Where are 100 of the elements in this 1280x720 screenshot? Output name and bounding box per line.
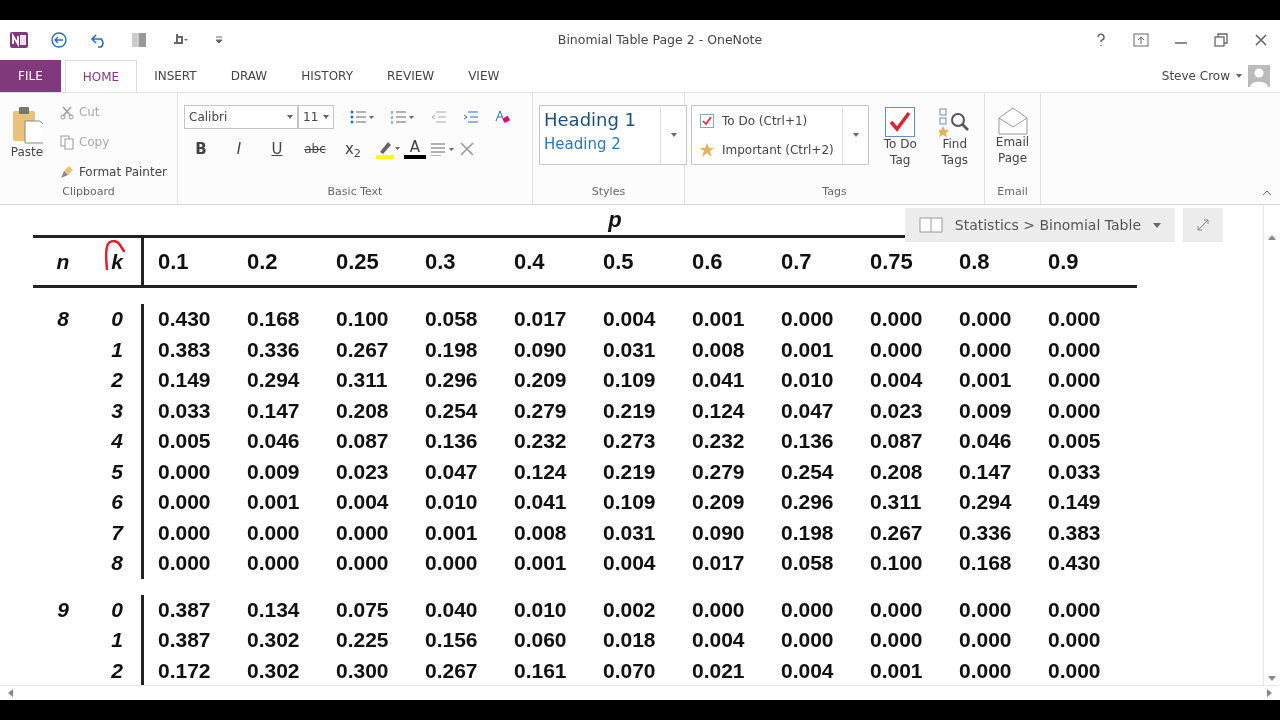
table-cell: 0.219: [603, 398, 656, 422]
table-cell: 0.147: [959, 459, 1012, 483]
find-tags-icon: [938, 107, 971, 137]
style-option[interactable]: Heading 1: [544, 106, 656, 133]
format-button[interactable]: abc: [298, 139, 332, 160]
ribbon-tab[interactable]: DRAW: [213, 60, 285, 92]
table-cell: 0.000: [158, 551, 211, 574]
table-cell: 0.046: [247, 429, 300, 452]
column-header: 0.9: [1048, 248, 1080, 276]
numbering-icon[interactable]: [390, 110, 414, 124]
font-size-field[interactable]: 11: [298, 105, 334, 129]
table-cell: 0.004: [692, 628, 745, 651]
table-cell: 0.000: [959, 658, 1012, 682]
table-cell: 0.000: [692, 597, 745, 621]
table-cell: 0.161: [514, 658, 567, 682]
tag-button[interactable]: To Do Tag: [877, 105, 924, 184]
format-button[interactable]: U: [260, 137, 294, 162]
caret-icon[interactable]: [1236, 74, 1242, 78]
caret-icon[interactable]: [852, 133, 859, 137]
table-cell: 0.168: [959, 551, 1012, 574]
table-cell: 0.001: [870, 658, 923, 682]
table-cell: 0.009: [247, 459, 300, 483]
align-icon[interactable]: [430, 142, 456, 157]
group-label: Basic Text: [326, 183, 384, 200]
tags-gallery[interactable]: To Do (Ctrl+1) Important (Ctrl+2): [691, 105, 869, 165]
table-cell: 0.000: [870, 597, 923, 621]
caret-icon[interactable]: [670, 133, 677, 137]
expand-icon: [1197, 219, 1209, 231]
font-color-button[interactable]: A: [404, 139, 426, 159]
table-cell: 0.021: [692, 658, 745, 682]
collapse-icon[interactable]: [1262, 190, 1272, 196]
tag-button[interactable]: Find Tags: [931, 105, 978, 184]
format-button[interactable]: x$_{2}$: [336, 137, 370, 162]
table-cell: 0.000: [870, 628, 923, 651]
table-cell: 0.009: [959, 398, 1012, 422]
table-cell: 0.087: [336, 429, 389, 452]
table-cell: 0.279: [692, 459, 745, 483]
table-cell: 0.000: [959, 307, 1012, 330]
table-cell: 0.018: [603, 628, 656, 651]
delete-icon[interactable]: [460, 142, 474, 157]
table-cell: 0.296: [781, 490, 834, 513]
table-cell: 0.149: [1048, 490, 1101, 513]
table-cell: 0.001: [425, 520, 478, 544]
table-cell: 0.109: [603, 490, 656, 513]
restore-icon[interactable]: [1212, 31, 1230, 49]
ribbon-tab[interactable]: FILE: [0, 60, 61, 92]
clipboard-button[interactable]: Format Painter: [55, 161, 171, 183]
table-cell: 0.008: [692, 337, 745, 361]
table-cell: 0.311: [336, 368, 388, 391]
fullscreen-icon[interactable]: [1132, 31, 1150, 49]
scroll-down-icon[interactable]: [1268, 676, 1276, 681]
format-button[interactable]: I: [222, 137, 256, 162]
ribbon-tab[interactable]: REVIEW: [370, 60, 452, 92]
ribbon-tab[interactable]: INSERT: [137, 60, 214, 92]
table-cell: 0.000: [158, 520, 211, 544]
format-button[interactable]: B: [184, 137, 218, 162]
column-header: 0.5: [603, 248, 635, 276]
scroll-right-icon[interactable]: [1267, 689, 1272, 697]
email-button[interactable]: Email Page: [991, 105, 1034, 184]
table-cell: 0.017: [514, 307, 567, 330]
table-cell: 0.023: [336, 459, 389, 483]
table-cell: 0.267: [870, 520, 923, 544]
ribbon-tab[interactable]: VIEW: [451, 60, 517, 92]
k-label: 5: [111, 459, 123, 483]
back-icon[interactable]: [50, 31, 68, 49]
table-cell: 0.000: [781, 628, 834, 651]
font-name-field[interactable]: Calibri: [184, 105, 298, 129]
table-cell: 0.004: [603, 307, 656, 330]
bullets-icon[interactable]: [350, 110, 374, 124]
table-cell: 0.001: [692, 307, 745, 330]
table-cell: 0.000: [959, 597, 1012, 621]
paste-button[interactable]: Paste: [6, 103, 48, 184]
table-cell: 0.047: [781, 398, 834, 422]
k-label: 0: [111, 597, 123, 621]
breadcrumb[interactable]: Statistics > Binomial Table: [904, 208, 1175, 242]
clear-format-icon[interactable]: [494, 109, 510, 125]
table-cell: 0.124: [514, 459, 567, 483]
table-cell: 0.000: [247, 551, 300, 574]
table-cell: 0.100: [870, 551, 923, 574]
table-cell: 0.000: [959, 337, 1012, 361]
avatar-icon: [1248, 65, 1270, 87]
table-cell: 0.060: [514, 628, 567, 651]
scroll-left-icon[interactable]: [8, 689, 13, 697]
ribbon-tab[interactable]: HOME: [64, 60, 138, 92]
style-option[interactable]: Heading 2: [544, 133, 656, 156]
table-cell: 0.041: [692, 368, 745, 391]
tag-option[interactable]: To Do (Ctrl+1): [722, 111, 808, 130]
dock-icon[interactable]: [130, 31, 148, 49]
ribbon-tab[interactable]: HISTORY: [284, 60, 370, 92]
table-cell: 0.017: [692, 551, 745, 574]
table-cell: 0.208: [870, 459, 923, 483]
table-cell: 0.100: [336, 307, 389, 330]
scroll-up-icon[interactable]: [1268, 235, 1276, 240]
ink-mark-drawing: [103, 239, 126, 270]
styles-gallery[interactable]: Heading 1 Heading 2: [539, 105, 687, 165]
caret-icon: [287, 115, 293, 119]
table-cell: 0.000: [1048, 658, 1101, 682]
table-cell: 0.300: [336, 658, 389, 682]
tag-option[interactable]: Important (Ctrl+2): [722, 140, 834, 159]
user-name[interactable]: Steve Crow: [1161, 67, 1230, 85]
